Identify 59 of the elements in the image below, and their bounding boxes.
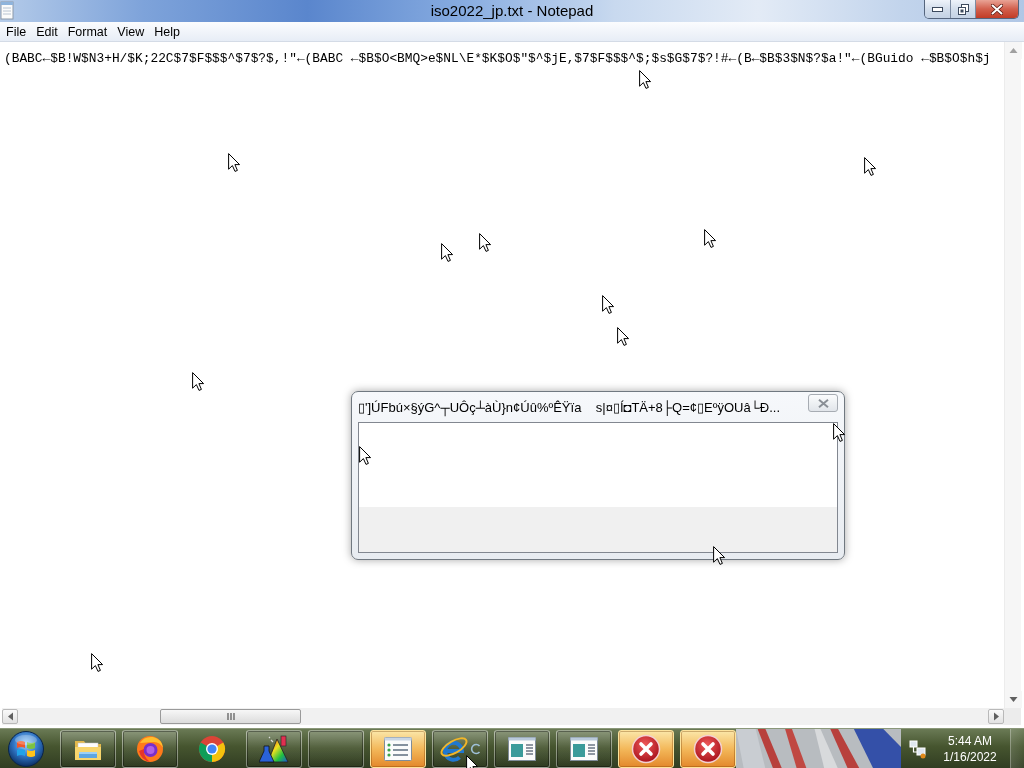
minimize-button[interactable] — [925, 0, 950, 18]
segmented-circle-icon — [198, 734, 226, 763]
cursor-icon — [864, 157, 876, 176]
window-title: iso2022_jp.txt - Notepad — [430, 1, 594, 21]
window-icon — [569, 735, 599, 762]
cursor-icon — [602, 295, 614, 314]
show-desktop-button[interactable] — [1010, 728, 1024, 768]
clock-time: 5:44 AM — [948, 732, 992, 749]
menu-item[interactable]: Help — [149, 22, 185, 41]
start-button[interactable] — [5, 729, 47, 768]
scrollbar-thumb[interactable] — [160, 709, 301, 724]
close-icon — [991, 3, 1003, 15]
cursor-icon — [466, 755, 478, 768]
right-arrow-icon — [992, 712, 1000, 721]
window-icon — [507, 735, 537, 762]
cursor-icon — [617, 327, 629, 346]
document-icon — [0, 0, 14, 20]
orb-flag-icon — [7, 729, 45, 768]
cursor-icon — [713, 546, 725, 565]
menu-item[interactable]: Format — [62, 22, 113, 41]
scroll-right-button[interactable] — [988, 709, 1004, 724]
menu-item[interactable]: Edit — [31, 22, 63, 41]
scrollbar-corner — [1004, 708, 1021, 725]
cursor-icon — [833, 423, 845, 442]
dialog-close-button[interactable] — [808, 394, 838, 412]
error-icon — [693, 733, 723, 764]
editor-text: (BABC←$B!W$N3+H/$K;22C$7$F$$$^$7$?$,!"←(BABC ←$B$O<BMQ>e$NL\E*$K$O$"$^$jE,$7$F$$$^$;$s$G$7$?!#←(B←$B$3$N$?$a!"←(BGuido ←$B$O$h$j — [4, 51, 991, 66]
taskbar-button[interactable] — [618, 729, 674, 768]
cursor-icon — [441, 243, 453, 262]
grip-icon — [226, 713, 235, 720]
clock-date: 1/16/2022 — [943, 748, 997, 765]
restore-icon — [957, 3, 969, 15]
menu-item[interactable]: View — [112, 22, 150, 41]
swirl-disc-icon — [136, 734, 164, 763]
cursor-icon — [704, 229, 716, 248]
close-button[interactable] — [975, 0, 1018, 18]
error-icon — [631, 733, 661, 764]
taskbar-button[interactable] — [680, 729, 736, 768]
horizontal-scrollbar[interactable] — [2, 708, 1004, 725]
left-arrow-icon — [6, 712, 14, 721]
cursor-icon — [228, 153, 240, 172]
down-arrow-icon — [1009, 696, 1018, 703]
close-icon — [817, 398, 829, 408]
up-arrow-icon — [1009, 47, 1018, 54]
minimize-icon — [932, 6, 943, 12]
cursor-icon — [359, 446, 371, 465]
restore-button[interactable] — [950, 0, 975, 18]
flask-icon — [259, 733, 289, 764]
cursor-icon — [479, 233, 491, 252]
vertical-scrollbar[interactable] — [1004, 42, 1021, 708]
menu-item[interactable]: File — [1, 22, 32, 41]
cursor-icon — [91, 653, 103, 672]
scroll-left-button[interactable] — [2, 709, 18, 724]
dialog-title: ▯']ÚFbú×§ýG^┬UÔç┴àÙ}n¢Úû%ºÊŸïa s|¤▯Í◘TÄ+8├Q=¢▯EºÿOUâ└Ð... — [358, 400, 782, 416]
list-document-icon — [383, 735, 413, 762]
cursor-icon — [639, 70, 651, 89]
cursor-icon — [192, 372, 204, 391]
loading-ring-icon — [470, 742, 481, 755]
network-icon — [909, 738, 927, 759]
